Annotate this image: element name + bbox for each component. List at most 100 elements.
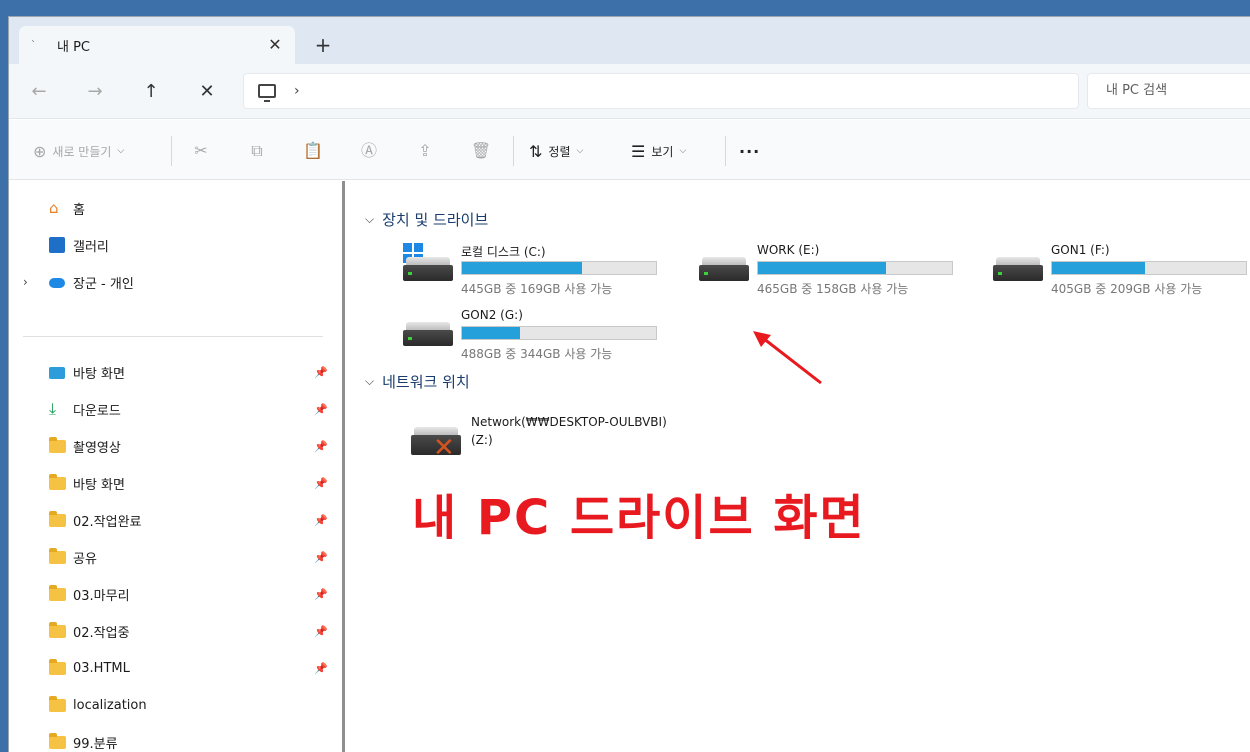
- chevron-down-icon: ⌵: [365, 212, 375, 226]
- sidebar-item-folder[interactable]: 공유 📌: [9, 542, 329, 572]
- drive-usage-fill: [462, 262, 583, 274]
- pin-icon[interactable]: 📌: [314, 551, 328, 564]
- plus-circle-icon: ⊕: [33, 141, 47, 161]
- drive-space-info: 488GB 중 344GB 사용 가능: [461, 347, 613, 361]
- pin-icon[interactable]: 📌: [314, 440, 328, 453]
- pc-tab-icon: `: [31, 39, 36, 51]
- drive-usage-fill: [758, 262, 887, 274]
- drive-usage-bar: [1051, 261, 1247, 275]
- view-icon: ☰: [631, 141, 646, 161]
- chevron-right-icon[interactable]: ›: [23, 275, 28, 289]
- navigation-pane: ⌂ 홈 갤러리 › 장군 - 개인 바탕 화면 📌 ⤓ 다운로드 📌 촬영영상 …: [9, 181, 344, 752]
- back-button[interactable]: ←: [23, 76, 55, 108]
- sidebar-item-home[interactable]: ⌂ 홈: [9, 193, 329, 223]
- sidebar-item-label: 03.HTML: [73, 660, 130, 676]
- network-group-header[interactable]: ⌵ 네트워크 위치: [365, 371, 470, 392]
- annotation-arrow: [753, 331, 822, 385]
- more-options-button[interactable]: ···: [739, 140, 760, 162]
- sort-button[interactable]: ⇅ 정렬 ⌵: [529, 140, 583, 162]
- tab-label: 내 PC: [57, 39, 91, 55]
- new-button[interactable]: ⊕ 새로 만들기 ⌵: [33, 140, 124, 162]
- drive-space-info: 405GB 중 209GB 사용 가능: [1051, 282, 1203, 296]
- download-icon: ⤓: [49, 399, 57, 418]
- navigation-bar: ← → ↑ ✕ › 내 PC 검색: [9, 64, 1250, 119]
- sidebar-item-folder[interactable]: 02.작업중 📌: [9, 616, 329, 646]
- breadcrumb-chevron-icon[interactable]: ›: [294, 83, 300, 99]
- chevron-down-icon: ⌵: [117, 146, 125, 156]
- view-label: 보기: [651, 144, 674, 159]
- folder-icon: [49, 696, 66, 712]
- cut-icon[interactable]: ✂: [189, 139, 213, 163]
- sidebar-item-label: 공유: [73, 551, 97, 567]
- home-icon: ⌂: [49, 199, 59, 217]
- rename-icon[interactable]: Ⓐ: [357, 139, 381, 163]
- onedrive-icon: [49, 278, 65, 288]
- sidebar-item-folder[interactable]: 촬영영상 📌: [9, 431, 329, 461]
- sidebar-item-label: 촬영영상: [73, 440, 121, 456]
- pin-icon[interactable]: 📌: [314, 662, 328, 675]
- drive-name: WORK (E:): [757, 243, 820, 257]
- hard-drive-icon: [699, 257, 749, 281]
- sidebar-item-label: 99.분류: [73, 736, 118, 752]
- pin-icon[interactable]: 📌: [314, 625, 328, 638]
- sidebar-item-desktop[interactable]: 바탕 화면 📌: [9, 357, 329, 387]
- sidebar-item-folder[interactable]: 03.HTML 📌: [9, 653, 329, 683]
- sidebar-item-label: 02.작업완료: [73, 514, 142, 530]
- forward-button[interactable]: →: [79, 76, 111, 108]
- folder-icon: [49, 622, 66, 638]
- drive-item-f[interactable]: GON1 (F:) 405GB 중 209GB 사용 가능: [993, 243, 1250, 303]
- sidebar-item-label: 바탕 화면: [73, 366, 125, 382]
- hard-drive-icon: [993, 257, 1043, 281]
- paste-icon[interactable]: 📋: [301, 139, 325, 163]
- hard-drive-icon: [403, 322, 453, 346]
- sidebar-item-label: 다운로드: [73, 403, 121, 419]
- close-tab-icon[interactable]: ✕: [265, 35, 285, 55]
- address-bar[interactable]: ›: [243, 73, 1079, 109]
- sort-icon: ⇅: [529, 141, 543, 161]
- pin-icon[interactable]: 📌: [314, 477, 328, 490]
- devices-group-header[interactable]: ⌵ 장치 및 드라이브: [365, 209, 488, 230]
- drive-item-g[interactable]: GON2 (G:) 488GB 중 344GB 사용 가능: [403, 308, 683, 368]
- new-tab-button[interactable]: +: [311, 34, 335, 58]
- share-icon[interactable]: ⇪: [413, 139, 437, 163]
- toolbar-divider: [725, 136, 726, 166]
- view-button[interactable]: ☰ 보기 ⌵: [631, 140, 686, 162]
- sidebar-item-label: 02.작업중: [73, 625, 130, 641]
- up-button[interactable]: ↑: [135, 76, 167, 108]
- folder-icon: [49, 733, 66, 749]
- sidebar-item-label: 바탕 화면: [73, 477, 125, 493]
- pin-icon[interactable]: 📌: [314, 588, 328, 601]
- copy-icon[interactable]: ⧉: [245, 139, 269, 163]
- drive-item-e[interactable]: WORK (E:) 465GB 중 158GB 사용 가능: [699, 243, 979, 303]
- folder-icon: [49, 437, 66, 453]
- search-input[interactable]: 내 PC 검색: [1087, 73, 1250, 109]
- drive-usage-bar: [461, 261, 657, 275]
- disconnected-network-drive-icon: ✕: [411, 419, 461, 463]
- pin-icon[interactable]: 📌: [314, 514, 328, 527]
- pin-icon[interactable]: 📌: [314, 403, 328, 416]
- drive-item-c[interactable]: 로컬 디스크 (C:) 445GB 중 169GB 사용 가능: [403, 243, 683, 303]
- sidebar-item-folder[interactable]: localization: [9, 690, 329, 720]
- sidebar-item-onedrive[interactable]: › 장군 - 개인: [9, 267, 329, 297]
- sidebar-divider: [23, 336, 323, 337]
- sidebar-item-folder[interactable]: 99.분류: [9, 727, 329, 752]
- sidebar-item-folder[interactable]: 03.마무리 📌: [9, 579, 329, 609]
- drive-usage-fill: [1052, 262, 1146, 274]
- sidebar-item-gallery[interactable]: 갤러리: [9, 230, 329, 260]
- pane-splitter[interactable]: [342, 181, 345, 752]
- pin-icon[interactable]: 📌: [314, 366, 328, 379]
- drive-space-info: 445GB 중 169GB 사용 가능: [461, 282, 613, 296]
- stop-button[interactable]: ✕: [191, 76, 223, 108]
- gallery-icon: [49, 237, 65, 253]
- delete-icon[interactable]: 🗑: [469, 139, 493, 163]
- tab-this-pc[interactable]: ` 내 PC ✕: [19, 26, 295, 64]
- network-drive-item[interactable]: ✕ Network(₩₩DESKTOP-OULBVBI) (Z:): [411, 413, 731, 473]
- drive-name: 로컬 디스크 (C:): [461, 245, 546, 259]
- group-header-label: 네트워크 위치: [382, 373, 470, 391]
- sidebar-item-folder[interactable]: 02.작업완료 📌: [9, 505, 329, 535]
- folder-icon: [49, 659, 66, 675]
- sidebar-item-folder[interactable]: 바탕 화면 📌: [9, 468, 329, 498]
- hard-drive-icon: [403, 243, 453, 281]
- folder-icon: [49, 548, 66, 564]
- sidebar-item-downloads[interactable]: ⤓ 다운로드 📌: [9, 394, 329, 424]
